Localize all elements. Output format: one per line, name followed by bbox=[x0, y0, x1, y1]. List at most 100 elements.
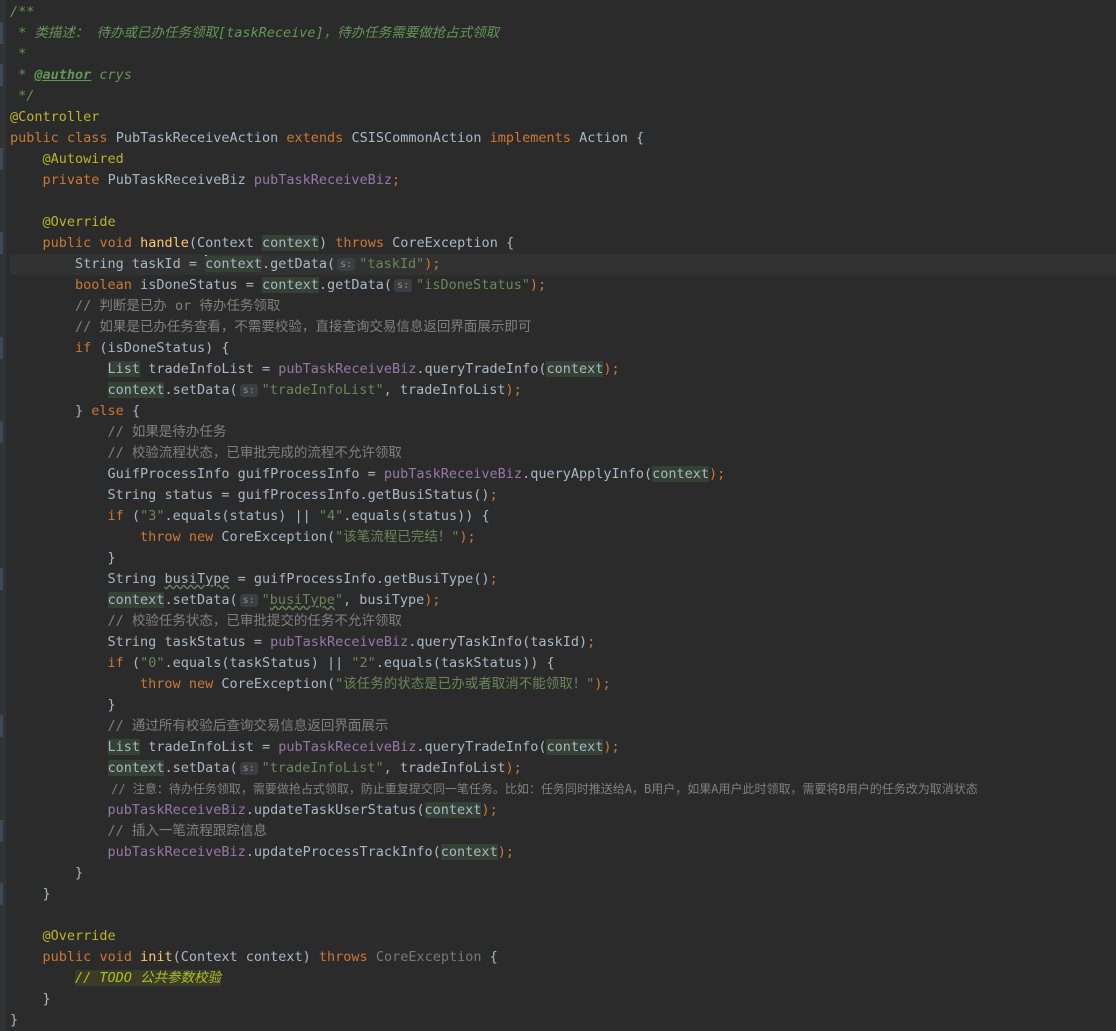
code-line[interactable]: public void init(Context context) throws… bbox=[10, 947, 1116, 968]
semicolon: ; bbox=[392, 172, 401, 188]
comment: // 插入一笔流程跟踪信息 bbox=[107, 823, 267, 839]
statement: String status = guifProcessInfo.getBusiS… bbox=[107, 487, 490, 503]
semicolon: ); bbox=[603, 361, 620, 377]
code-line[interactable]: if (isDoneStatus) { bbox=[10, 338, 1116, 359]
keyword: public bbox=[42, 235, 92, 251]
code-line[interactable]: /** bbox=[10, 2, 1116, 23]
code-line[interactable]: // 校验流程状态，已审批完成的流程不允许领取 bbox=[10, 443, 1116, 464]
code-line[interactable]: String taskStatus = pubTaskReceiveBiz.qu… bbox=[10, 632, 1116, 653]
doc-tag: @author bbox=[34, 67, 92, 83]
semicolon: ); bbox=[497, 844, 514, 860]
code-line[interactable]: List tradeInfoList = pubTaskReceiveBiz.q… bbox=[10, 737, 1116, 758]
code-line[interactable]: // 如果是已办任务查看，不需要校验，直接查询交易信息返回界面展示即可 bbox=[10, 317, 1116, 338]
keyword: private bbox=[42, 172, 100, 188]
code-line[interactable]: @Controller bbox=[10, 107, 1116, 128]
semicolon: ); bbox=[424, 256, 441, 272]
args: , tradeInfoList bbox=[383, 760, 506, 776]
type-name: List bbox=[107, 739, 141, 755]
call: .queryApplyInfo( bbox=[522, 466, 653, 482]
code-line[interactable]: @Override bbox=[10, 212, 1116, 233]
keyword: public bbox=[42, 949, 92, 965]
code-editor[interactable]: /** * 类描述： 待办或已办任务领取[taskReceive]，待办任务需要… bbox=[0, 0, 1116, 1031]
code-line[interactable]: if ("0".equals(taskStatus) || "2".equals… bbox=[10, 653, 1116, 674]
parent-class: CSISCommonAction bbox=[351, 130, 482, 146]
string-literal: "tradeInfoList" bbox=[261, 382, 384, 398]
comment: // 如果是已办任务查看，不需要校验，直接查询交易信息返回界面展示即可 bbox=[75, 319, 532, 335]
brace: { bbox=[123, 403, 141, 419]
code-line[interactable] bbox=[10, 191, 1116, 212]
code-line[interactable]: * @author crys bbox=[10, 65, 1116, 86]
condition: .equals(taskStatus) || bbox=[164, 655, 352, 671]
string-literal: "2" bbox=[351, 655, 376, 671]
code-line[interactable]: boolean isDoneStatus = context.getData(s… bbox=[10, 275, 1116, 296]
keyword: if bbox=[107, 655, 124, 671]
code-line[interactable]: public void handle(Context context) thro… bbox=[10, 233, 1116, 254]
keyword: public bbox=[10, 130, 59, 146]
doc-comment: * 类描述： 待办或已办任务领取[taskReceive]，待办任务需要做抢占式… bbox=[10, 25, 500, 41]
code-line[interactable]: List tradeInfoList = pubTaskReceiveBiz.q… bbox=[10, 359, 1116, 380]
semicolon: ); bbox=[709, 466, 726, 482]
semicolon: ; bbox=[587, 634, 596, 650]
code-line[interactable]: } bbox=[10, 1010, 1116, 1031]
code-line[interactable]: // 如果是待办任务 bbox=[10, 422, 1116, 443]
gutter bbox=[0, 0, 6, 1031]
code-line[interactable] bbox=[10, 905, 1116, 926]
code-line[interactable]: } bbox=[10, 884, 1116, 905]
variable-ref: context bbox=[107, 382, 165, 398]
field-ref: pubTaskReceiveBiz bbox=[278, 739, 417, 755]
code-line[interactable]: } bbox=[10, 548, 1116, 569]
annotation: @Controller bbox=[10, 109, 100, 125]
semicolon: ); bbox=[505, 382, 522, 398]
code-line[interactable]: context.setData(s: "tradeInfoList", trade… bbox=[10, 758, 1116, 779]
variable-ref: context bbox=[546, 361, 604, 377]
todo-comment: // TODO 公共参数校验 bbox=[75, 970, 222, 986]
code-line[interactable]: if ("3".equals(status) || "4".equals(sta… bbox=[10, 506, 1116, 527]
doc-comment: */ bbox=[10, 88, 35, 104]
code-line[interactable]: context.setData(s: "tradeInfoList", trade… bbox=[10, 380, 1116, 401]
code-line-current[interactable]: String taskId = context.getData(s: "taskI… bbox=[10, 254, 1116, 275]
code-line[interactable]: pubTaskReceiveBiz.updateProcessTrackInfo… bbox=[10, 842, 1116, 863]
code-line[interactable]: * 类描述： 待办或已办任务领取[taskReceive]，待办任务需要做抢占式… bbox=[10, 23, 1116, 44]
code-line[interactable]: // 注意：待办任务领取，需要做抢占式领取，防止重复提交同一笔任务。比如：任务同… bbox=[10, 779, 1116, 800]
code-line[interactable]: public class PubTaskReceiveAction extend… bbox=[10, 128, 1116, 149]
field-ref: pubTaskReceiveBiz bbox=[383, 466, 523, 482]
code-line[interactable]: private PubTaskReceiveBiz pubTaskReceive… bbox=[10, 170, 1116, 191]
annotation: @Override bbox=[42, 214, 116, 230]
string-literal: "该任务的状态是已办或者取消不能领取！" bbox=[335, 676, 595, 692]
param-hint: s: bbox=[239, 384, 258, 397]
field-name: pubTaskReceiveBiz bbox=[253, 172, 393, 188]
code-line[interactable]: pubTaskReceiveBiz.updateTaskUserStatus(c… bbox=[10, 800, 1116, 821]
code-line[interactable]: // 校验任务状态，已审批提交的任务不允许领取 bbox=[10, 611, 1116, 632]
string-literal: "tradeInfoList" bbox=[261, 760, 384, 776]
code-line[interactable]: @Override bbox=[10, 926, 1116, 947]
code-line[interactable]: String status = guifProcessInfo.getBusiS… bbox=[10, 485, 1116, 506]
code-line[interactable]: // 通过所有校验后查询交易信息返回界面展示 bbox=[10, 716, 1116, 737]
call: .updateProcessTrackInfo( bbox=[245, 844, 441, 860]
keyword: throw bbox=[140, 676, 181, 692]
statement: tradeInfoList = bbox=[140, 361, 279, 377]
code-line[interactable]: GuifProcessInfo guifProcessInfo = pubTas… bbox=[10, 464, 1116, 485]
code-line[interactable]: */ bbox=[10, 86, 1116, 107]
code-line[interactable]: } bbox=[10, 863, 1116, 884]
variable-ref: context bbox=[440, 844, 498, 860]
semicolon: ); bbox=[481, 802, 498, 818]
code-line[interactable]: } bbox=[10, 989, 1116, 1010]
keyword: new bbox=[188, 676, 214, 692]
code-line[interactable]: * bbox=[10, 44, 1116, 65]
code-line[interactable]: // TODO 公共参数校验 bbox=[10, 968, 1116, 989]
semicolon: ; bbox=[489, 487, 498, 503]
code-line[interactable]: context.setData(s: "busiType", busiType); bbox=[10, 590, 1116, 611]
code-line[interactable]: @Autowired bbox=[10, 149, 1116, 170]
code-line[interactable]: // 插入一笔流程跟踪信息 bbox=[10, 821, 1116, 842]
keyword: boolean bbox=[75, 277, 132, 293]
string-literal: " bbox=[261, 592, 270, 608]
code-line[interactable]: } else { bbox=[10, 401, 1116, 422]
code-line[interactable]: String busiType = guifProcessInfo.getBus… bbox=[10, 569, 1116, 590]
keyword: implements bbox=[489, 130, 571, 146]
code-line[interactable]: throw new CoreException("该任务的状态是已办或者取消不能… bbox=[10, 674, 1116, 695]
comment: // 判断是已办 or 待办任务领取 bbox=[75, 298, 281, 314]
param-hint: s: bbox=[394, 279, 413, 292]
code-line[interactable]: // 判断是已办 or 待办任务领取 bbox=[10, 296, 1116, 317]
code-line[interactable]: throw new CoreException("该笔流程已完结！"); bbox=[10, 527, 1116, 548]
code-line[interactable]: } bbox=[10, 695, 1116, 716]
